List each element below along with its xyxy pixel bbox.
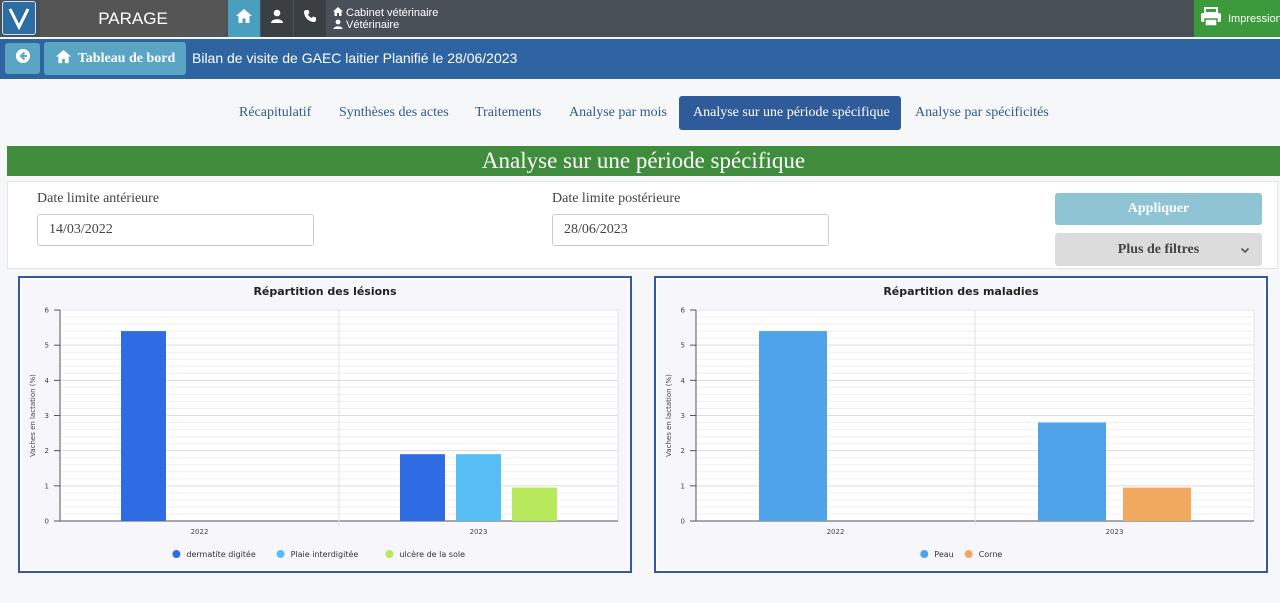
y-tick-label: 3 <box>45 412 49 420</box>
y-tick-label: 2 <box>681 447 685 455</box>
date-start-input[interactable]: 14/03/2022 <box>37 214 314 246</box>
home-nav-button[interactable] <box>228 0 260 37</box>
user-small-icon <box>333 19 343 32</box>
filters-panel: Date limite antérieure 14/03/2022 Date l… <box>7 181 1278 269</box>
user-icon <box>270 9 284 28</box>
tab-recapitulatif[interactable]: Récapitulatif <box>225 96 325 130</box>
print-label: Impression <box>1228 12 1280 25</box>
dashboard-button[interactable]: Tableau de bord <box>44 42 186 75</box>
tab-analyse-par-specificites[interactable]: Analyse par spécificités <box>901 96 1063 130</box>
y-tick-label: 6 <box>45 307 50 315</box>
section-title: Analyse sur une période spécifique <box>7 146 1280 176</box>
more-filters-button[interactable]: Plus de filtres <box>1055 233 1262 266</box>
x-tick-label: 2022 <box>827 528 845 536</box>
bar-dermatite-digit-e-2023[interactable] <box>400 454 445 521</box>
top-bar: PARAGE Cabinet vétérinaire Vétérinaire I… <box>0 0 1280 37</box>
y-tick-label: 4 <box>681 377 686 385</box>
phone-nav-button[interactable] <box>294 0 326 37</box>
y-tick-label: 0 <box>681 518 685 526</box>
user-role: Vétérinaire <box>346 19 400 31</box>
x-tick-label: 2023 <box>1106 528 1124 536</box>
maladies-chart: Répartition des maladies 0 1 2 3 4 5 6 Vaches en… <box>658 280 1264 569</box>
bar-plaie-interdigit-e-2023[interactable] <box>456 454 501 521</box>
legend-marker <box>385 550 394 558</box>
apply-button[interactable]: Appliquer <box>1055 193 1262 225</box>
tab-bar: Récapitulatif Synthèses des actes Traite… <box>0 96 1280 130</box>
bar-peau-2023[interactable] <box>1038 422 1106 521</box>
legend-item[interactable]: dermatite digitée <box>186 549 255 559</box>
user-info: Cabinet vétérinaire Vétérinaire <box>333 7 438 32</box>
date-start-label: Date limite antérieure <box>37 191 160 206</box>
y-tick-label: 3 <box>681 412 685 420</box>
phone-icon <box>303 9 317 28</box>
date-end-input[interactable]: 28/06/2023 <box>552 214 829 246</box>
bar-peau-2022[interactable] <box>759 331 827 521</box>
back-button[interactable] <box>5 43 40 74</box>
y-tick-label: 1 <box>681 482 685 490</box>
tab-analyse-periode-specifique[interactable]: Analyse sur une période spécifique <box>679 96 901 130</box>
app-name: PARAGE <box>40 0 226 37</box>
x-tick-label: 2022 <box>191 528 209 536</box>
chevron-down-icon <box>1240 244 1250 254</box>
sub-bar: Tableau de bord Bilan de visite de GAEC … <box>0 39 1280 79</box>
y-tick-label: 2 <box>45 447 49 455</box>
y-tick-label: 1 <box>45 482 49 490</box>
bar-dermatite-digit-e-2022[interactable] <box>121 331 166 521</box>
y-tick-label: 5 <box>45 342 49 350</box>
legend-marker <box>276 550 285 558</box>
tab-analyse-par-mois[interactable]: Analyse par mois <box>555 96 681 130</box>
y-tick-label: 0 <box>45 518 49 526</box>
tab-traitements[interactable]: Traitements <box>461 96 555 130</box>
legend-item[interactable]: ulcère de la sole <box>399 549 465 559</box>
logo-v-icon[interactable] <box>2 1 36 35</box>
legend-item[interactable]: Peau <box>934 550 953 559</box>
printer-icon <box>1200 7 1222 30</box>
y-tick-label: 6 <box>681 307 686 315</box>
legend-item[interactable]: Plaie interdigitée <box>291 549 359 559</box>
y-axis-label: Vaches en lactation (%) <box>665 374 673 457</box>
lesions-chart-panel: Répartition des lésions 0 1 2 3 4 5 6 Vaches en … <box>18 276 632 573</box>
bar-corne-2023[interactable] <box>1123 487 1191 521</box>
home-small-icon <box>333 7 343 19</box>
legend-marker <box>172 550 181 558</box>
tab-syntheses-des-actes[interactable]: Synthèses des actes <box>325 96 463 130</box>
print-button[interactable]: Impression <box>1194 0 1280 37</box>
lesions-chart: Répartition des lésions 0 1 2 3 4 5 6 Vaches en … <box>22 280 628 569</box>
legend-marker <box>964 550 973 558</box>
maladies-chart-panel: Répartition des maladies 0 1 2 3 4 5 6 Vaches en… <box>654 276 1268 573</box>
more-filters-label: Plus de filtres <box>1117 241 1200 257</box>
chart-title: Répartition des maladies <box>883 285 1039 298</box>
y-tick-label: 4 <box>45 377 50 385</box>
dashboard-label: Tableau de bord <box>77 50 176 66</box>
chart-title: Répartition des lésions <box>253 285 397 298</box>
legend-marker <box>920 550 929 558</box>
date-end-label: Date limite postérieure <box>552 191 681 206</box>
legend-item[interactable]: Corne <box>979 550 1003 559</box>
cabinet-name: Cabinet vétérinaire <box>346 6 439 19</box>
home-icon <box>235 8 253 29</box>
arrow-left-circle-icon <box>15 48 31 69</box>
y-axis-label: Vaches en lactation (%) <box>29 374 37 457</box>
user-nav-button[interactable] <box>261 0 293 37</box>
home-icon <box>55 49 72 69</box>
y-tick-label: 5 <box>681 342 685 350</box>
bar-ulc-re-de-la-sole-2023[interactable] <box>512 487 557 521</box>
breadcrumb: Bilan de visite de GAEC laitier Planifié… <box>192 50 518 66</box>
x-tick-label: 2023 <box>470 528 488 536</box>
